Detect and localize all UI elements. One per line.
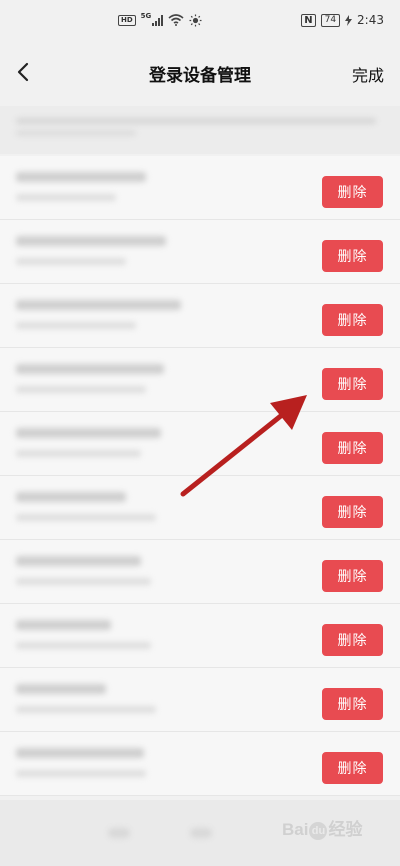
device-row: 删除 bbox=[0, 604, 400, 668]
device-name-blurred bbox=[16, 300, 181, 310]
delete-button[interactable]: 删除 bbox=[322, 240, 383, 272]
device-row: 删除 bbox=[0, 284, 400, 348]
notice-banner bbox=[0, 106, 400, 154]
device-time-blurred bbox=[16, 770, 146, 777]
baidu-watermark: Bai du 经验 bbox=[282, 815, 362, 840]
device-row: 删除 bbox=[0, 668, 400, 732]
device-row: 删除 bbox=[0, 732, 400, 796]
device-time-blurred bbox=[16, 194, 116, 201]
device-time-blurred bbox=[16, 258, 126, 265]
page-title: 登录设备管理 bbox=[149, 65, 251, 86]
device-row: 删除 bbox=[0, 412, 400, 476]
nav-bar: 登录设备管理 完成 bbox=[0, 40, 400, 106]
delete-button[interactable]: 删除 bbox=[322, 496, 383, 528]
device-name-blurred bbox=[16, 556, 141, 566]
bottom-blur-shape bbox=[190, 828, 212, 838]
hd-badge: HD bbox=[118, 14, 136, 26]
delete-button[interactable]: 删除 bbox=[322, 624, 383, 656]
signal-icon bbox=[152, 14, 164, 26]
delete-button[interactable]: 删除 bbox=[322, 304, 383, 336]
device-name-blurred bbox=[16, 620, 111, 630]
device-row: 删除 bbox=[0, 348, 400, 412]
clock: 2:43 bbox=[357, 13, 384, 27]
delete-button[interactable]: 删除 bbox=[322, 560, 383, 592]
done-button[interactable]: 完成 bbox=[352, 62, 384, 86]
device-row: 删除 bbox=[0, 476, 400, 540]
device-list: 删除 删除 删除 删除 删除 删除 删除 删除 删除 删除 bbox=[0, 156, 400, 796]
device-time-blurred bbox=[16, 450, 141, 457]
bottom-blur-shape bbox=[108, 828, 130, 838]
wifi-icon bbox=[168, 14, 184, 26]
device-time-blurred bbox=[16, 514, 156, 521]
device-row: 删除 bbox=[0, 220, 400, 284]
notice-blur-line bbox=[16, 130, 136, 136]
device-name-blurred bbox=[16, 428, 161, 438]
charging-icon bbox=[345, 14, 353, 26]
status-bar: HD 5G N 74 2:43 bbox=[0, 0, 400, 40]
device-name-blurred bbox=[16, 684, 106, 694]
delete-button[interactable]: 删除 bbox=[322, 176, 383, 208]
status-bar-right: N 74 2:43 bbox=[301, 13, 384, 27]
network-type: 5G bbox=[140, 12, 152, 20]
device-time-blurred bbox=[16, 642, 151, 649]
delete-button[interactable]: 删除 bbox=[322, 688, 383, 720]
brightness-icon bbox=[189, 14, 202, 26]
device-row: 删除 bbox=[0, 540, 400, 604]
device-name-blurred bbox=[16, 748, 144, 758]
device-row: 删除 bbox=[0, 156, 400, 220]
battery-icon: 74 bbox=[320, 13, 341, 27]
device-name-blurred bbox=[16, 492, 126, 502]
chevron-left-icon[interactable] bbox=[12, 60, 36, 84]
delete-button[interactable]: 删除 bbox=[322, 368, 383, 400]
device-time-blurred bbox=[16, 386, 146, 393]
device-time-blurred bbox=[16, 322, 136, 329]
delete-button[interactable]: 删除 bbox=[322, 752, 383, 784]
delete-button[interactable]: 删除 bbox=[322, 432, 383, 464]
watermark-text: 经验 bbox=[328, 820, 363, 839]
nfc-icon: N bbox=[301, 13, 316, 27]
baidu-paw-icon: du bbox=[309, 822, 328, 840]
device-name-blurred bbox=[16, 236, 166, 246]
watermark-text: Bai bbox=[282, 820, 309, 839]
device-time-blurred bbox=[16, 706, 156, 713]
status-bar-left: HD 5G bbox=[118, 12, 202, 27]
device-name-blurred bbox=[16, 172, 146, 182]
device-name-blurred bbox=[16, 364, 164, 374]
notice-blur-line bbox=[16, 118, 376, 124]
device-time-blurred bbox=[16, 578, 151, 585]
